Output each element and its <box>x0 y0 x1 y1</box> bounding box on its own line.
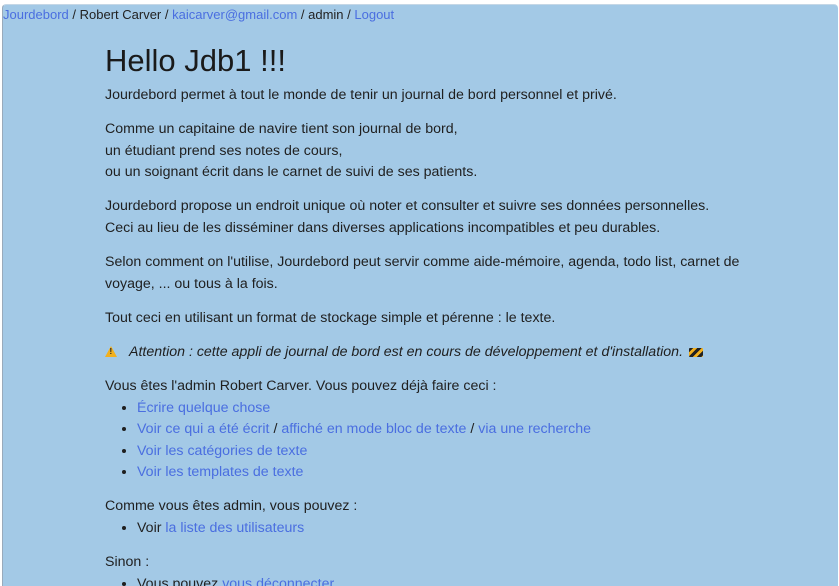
list-item: Vous pouvez vous déconnecter <box>137 574 745 586</box>
categories-link[interactable]: Voir les catégories de texte <box>137 443 307 459</box>
warning-icon <box>105 346 117 358</box>
block-mode-link[interactable]: affiché en mode bloc de texte <box>281 421 466 437</box>
user-name: Robert Carver <box>79 7 162 22</box>
logout-prefix: Vous pouvez <box>137 575 223 586</box>
top-navigation: Jourdebord / Robert Carver / kaicarver@g… <box>3 7 394 23</box>
admin-intro: Vous êtes l'admin Robert Carver. Vous po… <box>105 377 497 394</box>
nav-separator: / <box>68 7 80 22</box>
admin-section-intro: Comme vous êtes admin, vous pouvez : <box>105 498 358 515</box>
user-role: admin <box>308 7 344 22</box>
construction-icon <box>689 348 704 358</box>
link-separator: / <box>466 421 479 438</box>
list-item: Écrire quelque chose <box>137 398 745 420</box>
users-prefix: Voir <box>137 520 166 536</box>
comparison-line: un étudiant prend ses notes de cours, <box>105 142 343 159</box>
warning-notice: Attention : cette appli de journal de bo… <box>105 342 745 364</box>
purpose-line: Jourdebord propose un endroit unique où … <box>105 198 710 215</box>
intro-paragraph: Jourdebord permet à tout le monde de ten… <box>105 87 617 103</box>
view-written-link[interactable]: Voir ce qui a été écrit <box>137 421 270 437</box>
logout-link[interactable]: Logout <box>354 7 394 22</box>
page-frame: Jourdebord / Robert Carver / kaicarver@g… <box>2 4 838 586</box>
search-link[interactable]: via une recherche <box>478 421 591 437</box>
list-item: Voir les catégories de texte <box>137 441 745 463</box>
brand-link[interactable]: Jourdebord <box>3 7 69 22</box>
list-item: Voir la liste des utilisateurs <box>137 518 745 540</box>
list-item: Voir les templates de texte <box>137 462 745 484</box>
usage-paragraph: Selon comment on l'utilise, Jourdebord p… <box>105 254 740 292</box>
admin-list: Voir la liste des utilisateurs <box>105 518 745 540</box>
purpose-paragraph: Jourdebord propose un endroit unique où … <box>105 196 745 239</box>
warning-text: Attention : cette appli de journal de bo… <box>129 343 684 360</box>
otherwise-intro: Sinon : <box>105 554 150 571</box>
actions-list: Écrire quelque chose Voir ce qui a été é… <box>105 398 745 484</box>
nav-separator: / <box>297 7 309 22</box>
comparison-line: ou un soignant écrit dans le carnet de s… <box>105 164 478 181</box>
link-separator: / <box>269 421 282 438</box>
comparison-line: Comme un capitaine de navire tient son j… <box>105 121 458 138</box>
email-link[interactable]: kaicarver@gmail.com <box>172 7 297 22</box>
main-content: Hello Jdb1 !!! Jourdebord permet à tout … <box>105 41 745 586</box>
comparison-paragraph: Comme un capitaine de navire tient son j… <box>105 119 745 184</box>
page-title: Hello Jdb1 !!! <box>105 43 286 78</box>
otherwise-list: Vous pouvez vous déconnecter <box>105 574 745 586</box>
write-link[interactable]: Écrire quelque chose <box>137 400 270 416</box>
nav-separator: / <box>161 7 173 22</box>
list-item: Voir ce qui a été écrit / affiché en mod… <box>137 419 745 441</box>
users-list-link[interactable]: la liste des utilisateurs <box>165 520 304 536</box>
disconnect-link[interactable]: vous déconnecter <box>222 576 334 586</box>
format-paragraph: Tout ceci en utilisant un format de stoc… <box>105 309 556 326</box>
nav-separator: / <box>343 7 355 22</box>
purpose-line: Ceci au lieu de les disséminer dans dive… <box>105 219 661 236</box>
templates-link[interactable]: Voir les templates de texte <box>137 464 303 480</box>
